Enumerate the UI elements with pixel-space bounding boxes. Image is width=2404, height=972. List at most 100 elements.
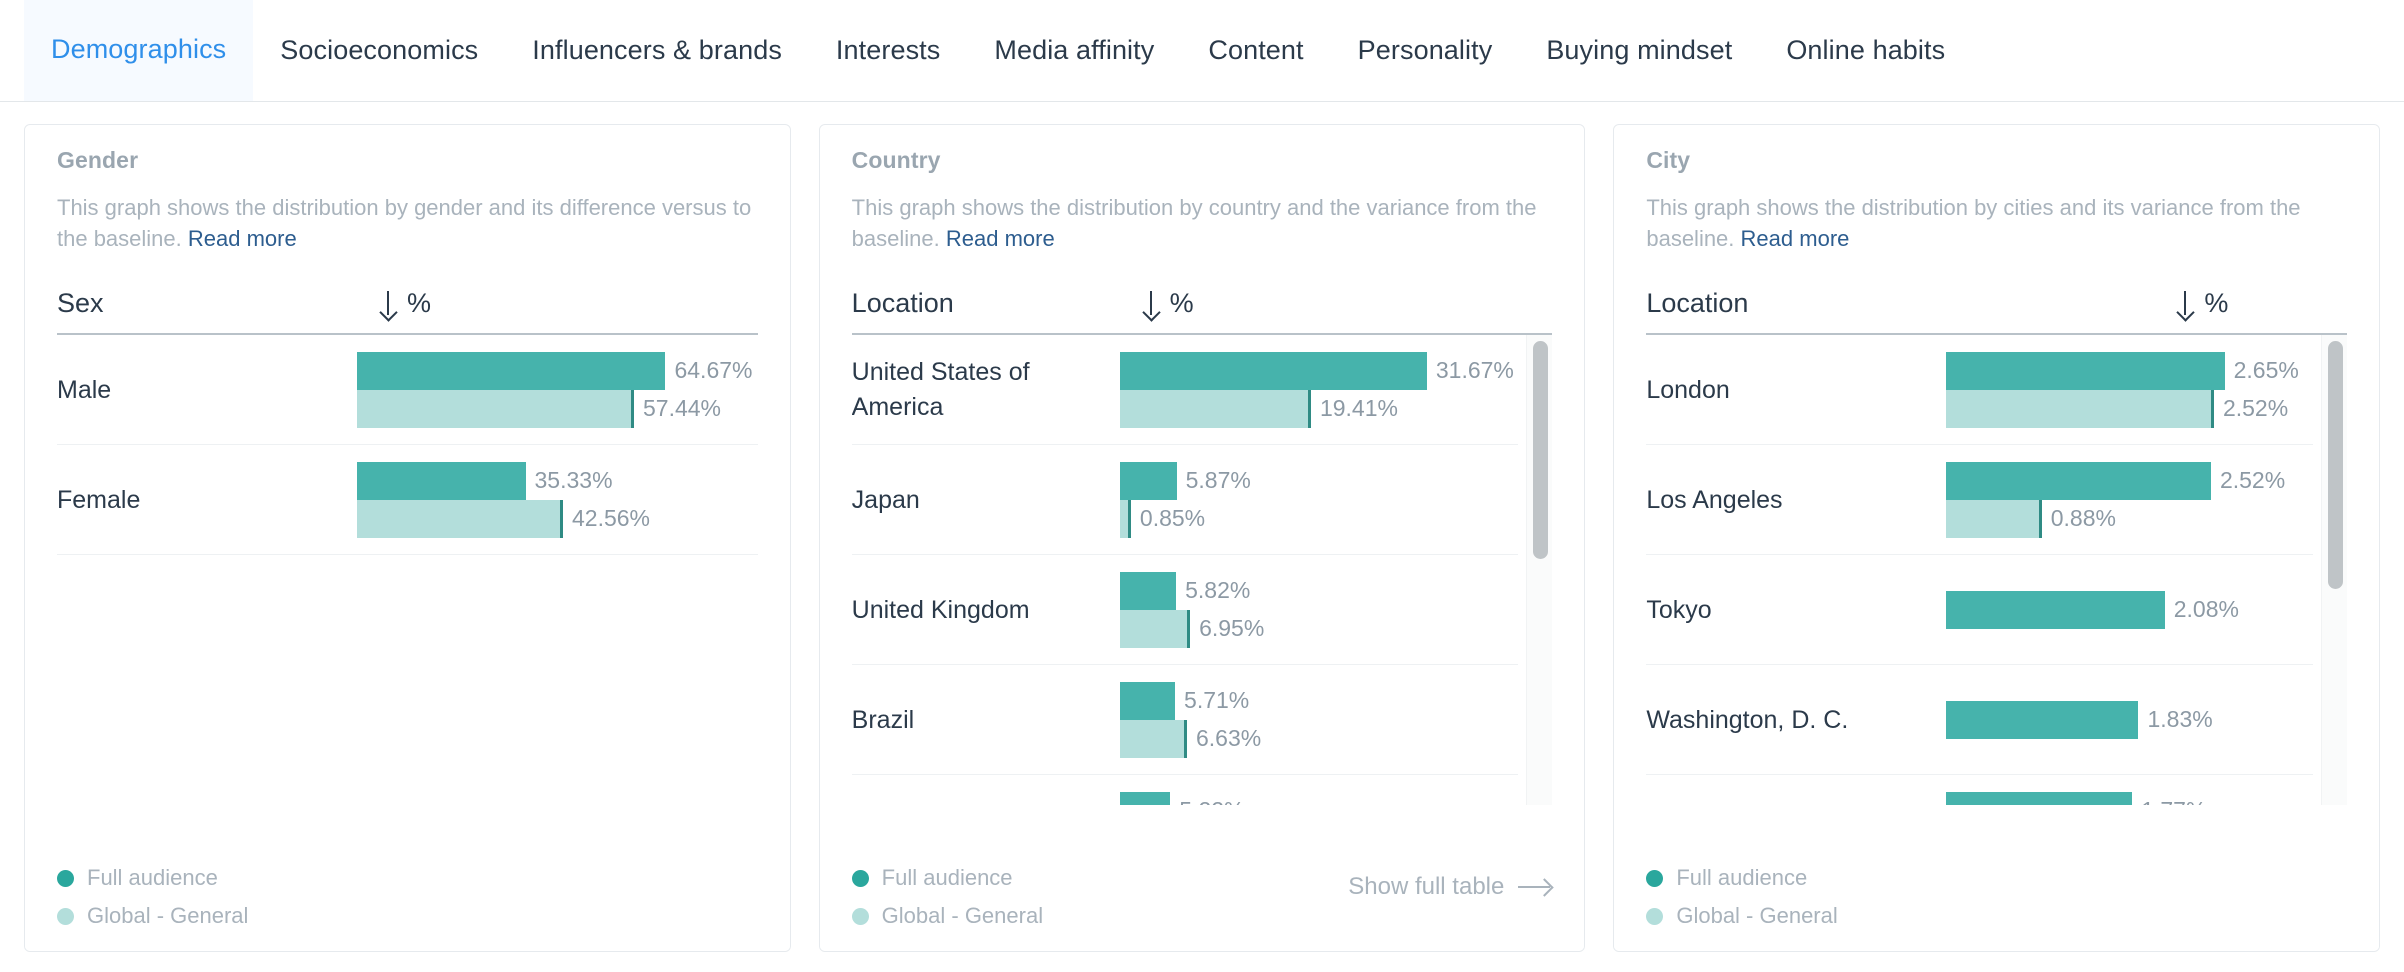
row-bars: 1.83% xyxy=(1946,700,2313,739)
country-rows-wrap: United States of America 31.67% 19.41% Japa… xyxy=(851,335,1553,806)
legend-item-global-general: Global - General xyxy=(851,903,1044,929)
bar-primary-value: 64.67% xyxy=(674,357,753,384)
legend-dot-primary-icon xyxy=(851,869,869,887)
bar-primary-value: 2.65% xyxy=(2233,357,2299,384)
table-row[interactable]: Spain5.22%2.84% xyxy=(852,775,1519,806)
city-read-more-link[interactable]: Read more xyxy=(1741,226,1850,251)
bar-primary xyxy=(1946,791,2133,806)
bar-primary xyxy=(1946,351,2225,390)
tab-influencers-brands[interactable]: Influencers & brands xyxy=(505,0,809,101)
gender-table-header: Sex % xyxy=(57,288,758,336)
gender-panel-footer: Full audience Global - General xyxy=(25,851,790,951)
arrow-down-icon xyxy=(2176,290,2194,317)
legend-dot-primary-icon xyxy=(57,869,74,887)
bar-baseline-value: 42.56% xyxy=(572,505,651,532)
row-bars: 2.52% 0.88% xyxy=(1946,461,2313,538)
tab-buying-mindset[interactable]: Buying mindset xyxy=(1519,0,1759,101)
bar-baseline-line: 57.44% xyxy=(357,389,758,428)
country-sort-percent-header[interactable]: % xyxy=(1142,288,1194,319)
row-label: United States of America xyxy=(851,358,1030,421)
tab-content[interactable]: Content xyxy=(1181,0,1330,101)
bar-baseline-line: 0.85% xyxy=(1119,499,1519,538)
show-full-table-button[interactable]: Show full table xyxy=(1348,873,1552,929)
gender-sort-percent-header[interactable]: % xyxy=(379,288,431,319)
bar-primary-value: 5.82% xyxy=(1185,577,1251,604)
tab-online-habits[interactable]: Online habits xyxy=(1759,0,1972,101)
country-scroll-thumb[interactable] xyxy=(1533,341,1549,560)
table-row[interactable]: London 2.65% 2.52% xyxy=(1646,335,2314,446)
row-label: Washington, D. C. xyxy=(1646,705,1849,734)
country-read-more-link[interactable]: Read more xyxy=(946,226,1055,251)
bar-baseline-line: 2.52% xyxy=(1946,389,2313,428)
bar-primary-line: 5.82% xyxy=(1119,571,1519,610)
row-bars: 5.22%2.84% xyxy=(1119,791,1519,806)
country-panel-title: Country xyxy=(851,147,941,173)
legend-dot-primary-icon xyxy=(1646,869,1664,887)
city-table-header: Location % xyxy=(1646,288,2348,336)
table-row[interactable]: Japan 5.87% 0.85% xyxy=(851,445,1519,556)
bar-primary-value: 31.67% xyxy=(1435,357,1514,384)
legend-label-global-general: Global - General xyxy=(881,903,1044,928)
legend-label-full-audience: Full audience xyxy=(881,865,1013,890)
row-bars: 31.67% 19.41% xyxy=(1119,351,1519,428)
country-panel-description: This graph shows the distribution by cou… xyxy=(852,192,1553,254)
city-scrollbar[interactable] xyxy=(2321,335,2348,806)
bar-baseline xyxy=(1119,499,1128,538)
country-panel-footer: Full audience Global - General Show full… xyxy=(819,851,1585,951)
bar-primary-line: 31.67% xyxy=(1119,351,1519,390)
city-panel-description: This graph shows the distribution by cit… xyxy=(1646,192,2347,254)
country-scrollbar[interactable] xyxy=(1526,335,1553,806)
bar-baseline xyxy=(1119,609,1188,648)
bar-primary-value: 2.08% xyxy=(2173,596,2239,623)
city-scroll-thumb[interactable] xyxy=(2328,341,2344,590)
gender-percent-label: % xyxy=(407,288,432,319)
gender-read-more-link[interactable]: Read more xyxy=(188,226,297,251)
country-rows: United States of America 31.67% 19.41% Japa… xyxy=(851,335,1553,806)
city-rows-wrap: London 2.65% 2.52% Los Angeles 2.52% 0.88% Tok… xyxy=(1646,335,2348,806)
row-label: Japan xyxy=(851,485,920,514)
table-row[interactable]: Male 64.67% 57.44% xyxy=(57,335,758,446)
country-panel-header: Country This graph shows the distributio… xyxy=(820,125,1585,254)
bar-baseline-value: 6.95% xyxy=(1199,615,1265,642)
row-bars: 2.08% xyxy=(1946,590,2313,629)
city-rows: London 2.65% 2.52% Los Angeles 2.52% 0.88% Tok… xyxy=(1646,335,2347,806)
row-label: Male xyxy=(57,375,112,404)
bar-primary xyxy=(1946,700,2139,739)
row-bars: 35.33% 42.56% xyxy=(357,461,758,538)
bar-primary-line: 2.52% xyxy=(1946,461,2313,500)
table-row[interactable]: United States of America 31.67% 19.41% xyxy=(851,335,1519,446)
row-bars: 64.67% 57.44% xyxy=(357,351,758,428)
arrow-down-icon xyxy=(1142,290,1160,317)
tab-personality[interactable]: Personality xyxy=(1331,0,1520,101)
bar-primary-value: 5.71% xyxy=(1184,687,1250,714)
legend-item-full-audience: Full audience xyxy=(851,865,1043,891)
row-bars: 5.87% 0.85% xyxy=(1119,461,1519,538)
bar-primary xyxy=(1119,681,1176,720)
table-row[interactable]: Tokyo 2.08% xyxy=(1646,555,2314,666)
table-row[interactable]: Bogotá1.77%1.16% xyxy=(1646,775,2313,806)
bar-baseline-value: 6.63% xyxy=(1195,725,1262,752)
bar-primary-line: 5.22% xyxy=(1119,791,1519,806)
bar-baseline-value: 0.85% xyxy=(1139,505,1206,532)
bar-primary-value: 1.77% xyxy=(2132,797,2206,805)
tab-demographics[interactable]: Demographics xyxy=(24,0,254,101)
row-label: Brazil xyxy=(851,705,915,734)
row-label: London xyxy=(1646,375,1730,404)
table-row[interactable]: Los Angeles 2.52% 0.88% xyxy=(1646,445,2314,556)
arrow-right-icon xyxy=(1518,877,1552,897)
legend-dot-baseline-icon xyxy=(1646,907,1664,925)
gender-rows: Male 64.67% 57.44% Female 35.33% 42.56% xyxy=(57,335,758,556)
table-row[interactable]: Brazil 5.71% 6.63% xyxy=(851,665,1519,776)
bar-baseline-line: 0.88% xyxy=(1946,499,2313,538)
country-column-header-location: Location xyxy=(851,288,954,319)
legend-label-full-audience: Full audience xyxy=(87,865,218,890)
table-row[interactable]: Washington, D. C. 1.83% xyxy=(1646,665,2314,776)
tab-interests[interactable]: Interests xyxy=(809,0,967,101)
table-row[interactable]: United Kingdom 5.82% 6.95% xyxy=(851,555,1519,666)
charts-container: Gender This graph shows the distribution… xyxy=(0,102,2404,952)
tab-socioeconomics[interactable]: Socioeconomics xyxy=(253,0,505,101)
bar-primary-line: 1.83% xyxy=(1946,700,2313,739)
table-row[interactable]: Female 35.33% 42.56% xyxy=(57,445,758,556)
tab-media-affinity[interactable]: Media affinity xyxy=(967,0,1181,101)
city-sort-percent-header[interactable]: % xyxy=(2176,288,2228,319)
